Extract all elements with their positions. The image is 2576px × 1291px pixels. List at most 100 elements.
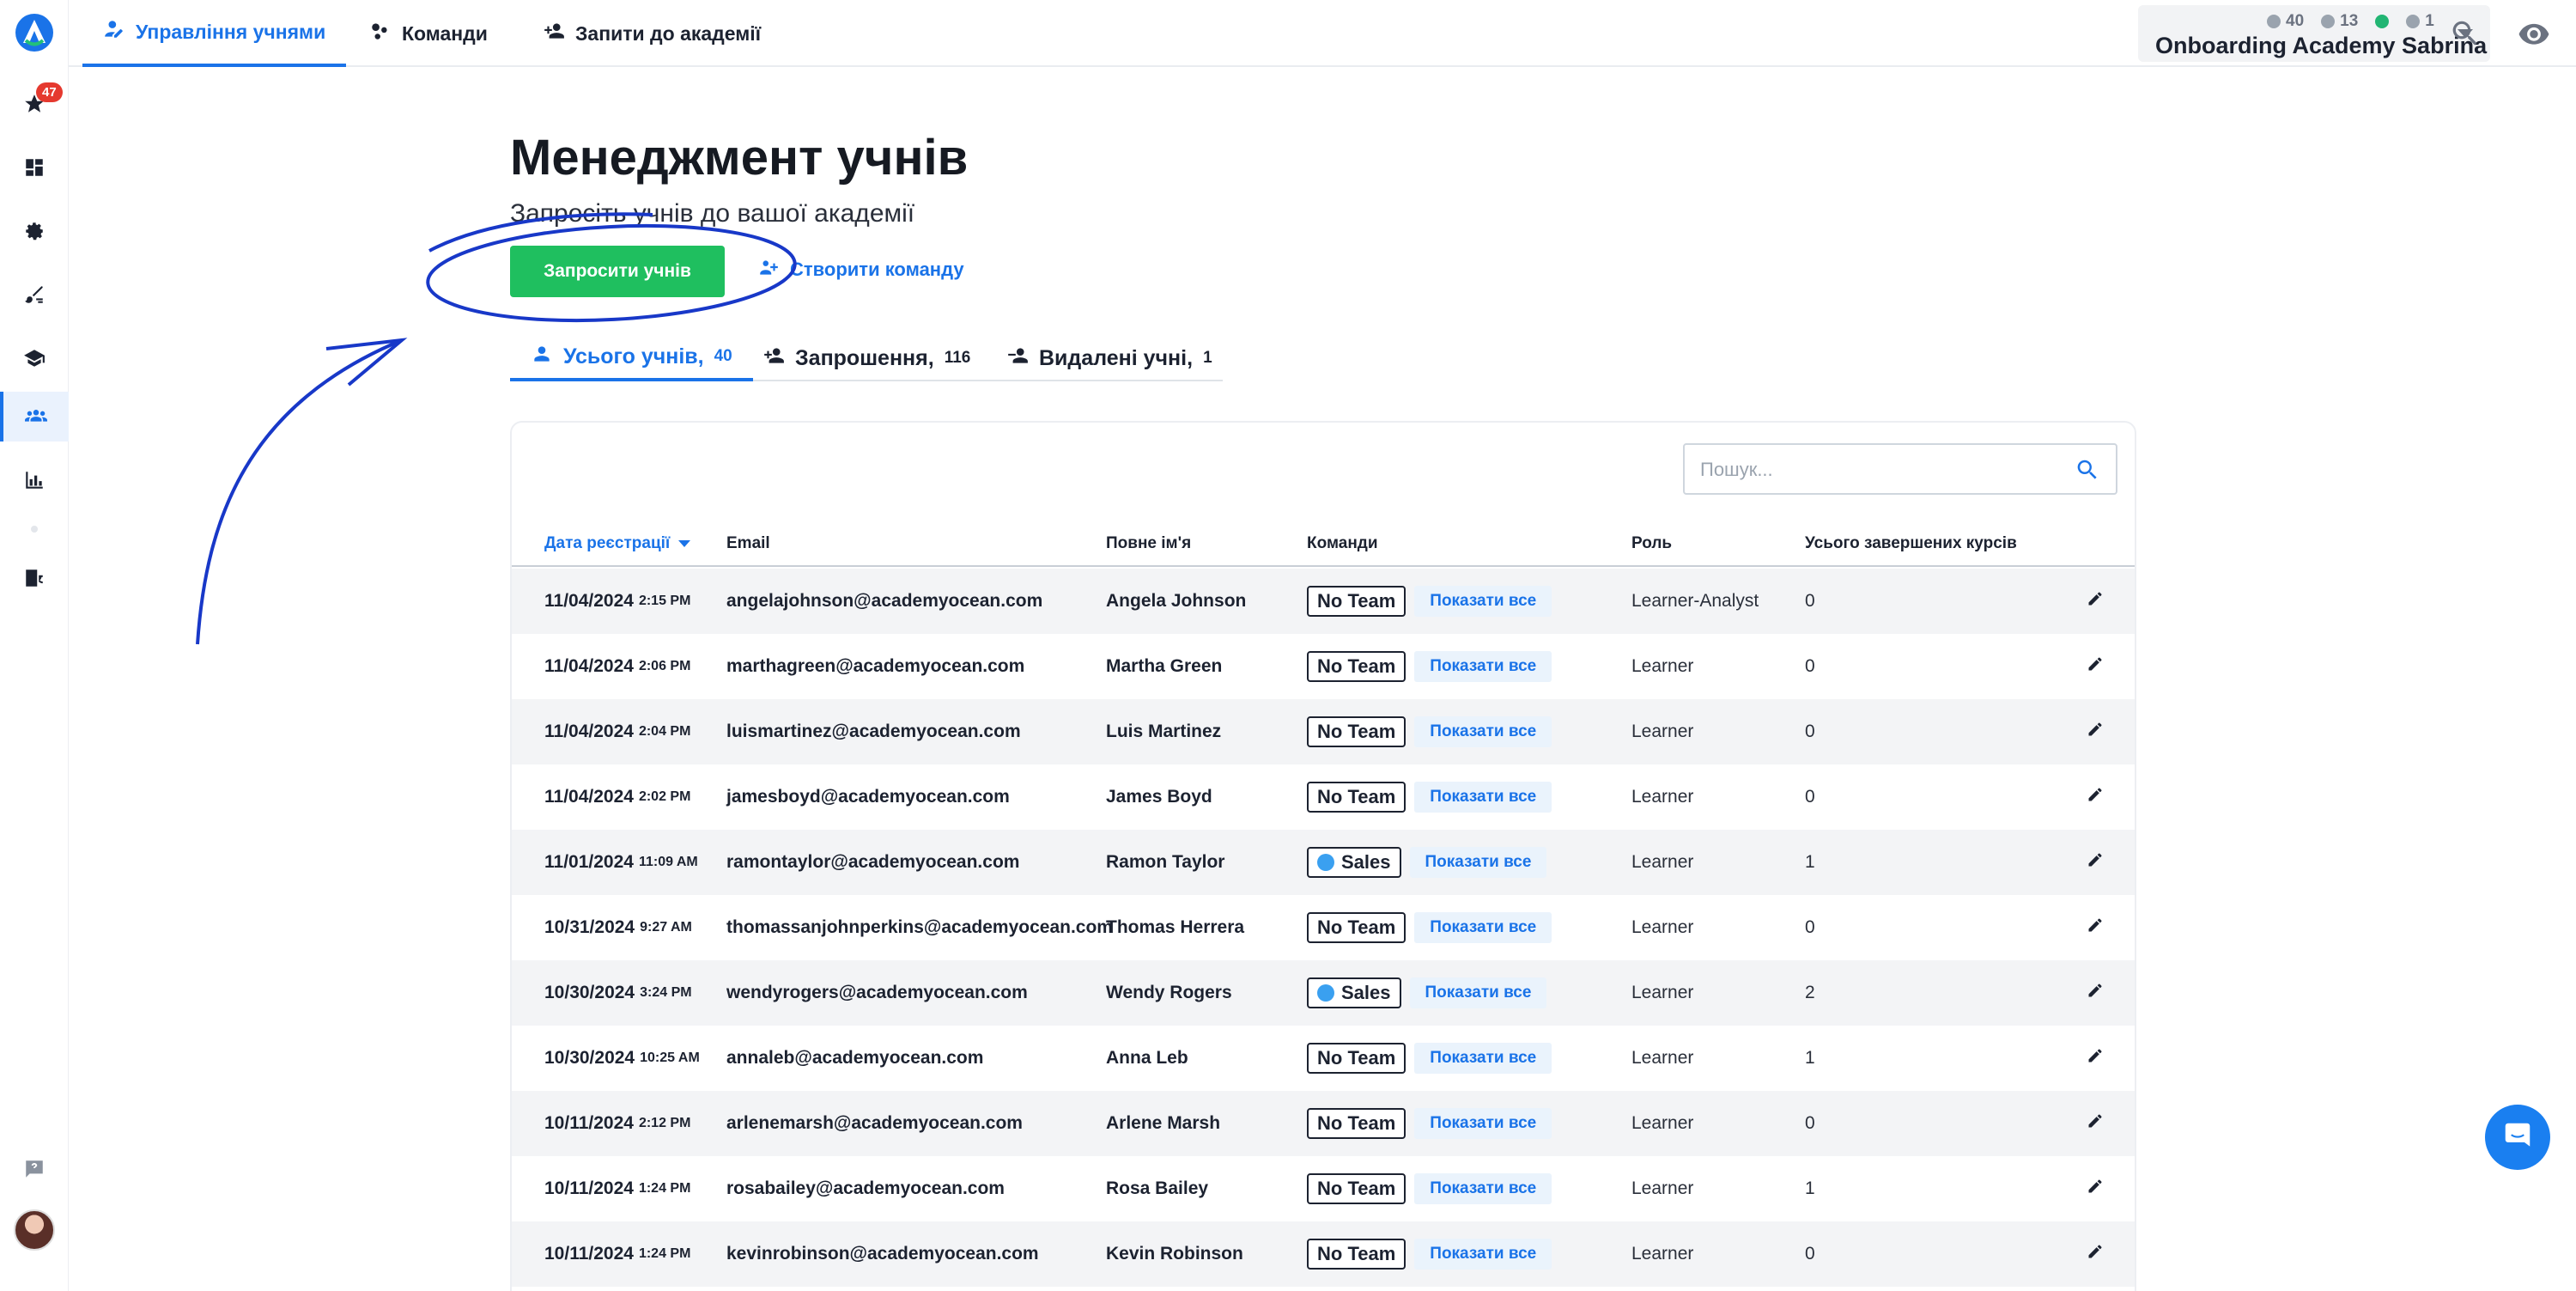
notification-badge: 47 — [36, 82, 63, 102]
edit-learner-button[interactable] — [2087, 1156, 2104, 1221]
edit-learner-button[interactable] — [2087, 764, 2104, 830]
academy-logo-icon[interactable] — [14, 12, 55, 53]
create-team-link[interactable]: Створити команду — [757, 256, 964, 283]
show-all-teams-button[interactable]: Показати все — [1414, 1239, 1552, 1270]
registration-date: 11/04/2024 2:06 PM — [544, 656, 691, 676]
sidebar-item-translations[interactable] — [0, 555, 69, 605]
group-add-icon — [757, 256, 780, 283]
learner-teams: No Team Показати все — [1307, 1091, 1552, 1156]
edit-learner-button[interactable] — [2087, 1026, 2104, 1091]
learner-role: Learner — [1631, 1178, 1694, 1198]
invite-learners-button[interactable]: Запросити учнів — [510, 246, 725, 297]
completed-courses-count: 0 — [1805, 722, 1815, 741]
team-chip: No Team — [1307, 782, 1406, 813]
search-input[interactable] — [1700, 457, 2061, 483]
user-avatar[interactable] — [14, 1209, 55, 1251]
sidebar-item-settings[interactable] — [0, 208, 69, 258]
cap-icon — [2321, 15, 2336, 28]
show-all-teams-button[interactable]: Показати все — [1414, 586, 1552, 617]
table-row[interactable]: 10/11/2024 1:24 PM kevinrobinson@academyoc… — [512, 1221, 2135, 1287]
chat-icon — [2501, 1119, 2534, 1156]
search-box[interactable] — [1683, 443, 2117, 495]
column-header-name[interactable]: Повне ім'я — [1106, 534, 1191, 553]
column-header-date[interactable]: Дата реєстрації — [544, 534, 691, 553]
show-all-teams-button[interactable]: Показати все — [1414, 1108, 1552, 1139]
learner-role: Learner — [1631, 983, 1694, 1002]
teams-icon — [369, 20, 392, 47]
show-all-teams-button[interactable]: Показати все — [1414, 782, 1552, 813]
table-row[interactable]: 11/04/2024 2:02 PM jamesboyd@academyocean.… — [512, 764, 2135, 830]
sidebar-item-favorites[interactable]: 47 — [0, 81, 69, 131]
learner-teams: No Team Показати все — [1307, 634, 1552, 699]
team-chip: No Team — [1307, 586, 1406, 617]
learners-table-card: Дата реєстрації Email Повне ім'я Команди… — [510, 421, 2136, 1291]
learner-name: James Boyd — [1106, 787, 1212, 807]
team-chip: No Team — [1307, 1173, 1406, 1204]
learner-name: Wendy Rogers — [1106, 983, 1232, 1002]
search-icon[interactable] — [2075, 457, 2100, 483]
table-row[interactable]: 10/11/2024 2:12 PM arlenemarsh@academyocea… — [512, 1091, 2135, 1156]
pencil-icon — [2087, 916, 2104, 939]
preview-eye-icon[interactable] — [2518, 17, 2550, 50]
person-icon — [2267, 15, 2281, 28]
show-all-teams-button[interactable]: Показати все — [1414, 651, 1552, 682]
edit-learner-button[interactable] — [2087, 895, 2104, 960]
table-row[interactable]: 10/30/2024 10:25 AM annaleb@academyocean.c… — [512, 1026, 2135, 1091]
learner-email: kevinrobinson@academyocean.com — [726, 1244, 1039, 1264]
tab-learner-management[interactable]: Управління учнями — [82, 0, 347, 67]
tab-all-learners[interactable]: Усього учнів, 40 — [510, 335, 753, 381]
sidebar-item-help[interactable] — [0, 1146, 69, 1196]
edit-learner-button[interactable] — [2087, 1221, 2104, 1287]
tab-teams[interactable]: Команди — [369, 0, 488, 67]
column-header-completed[interactable]: Усього завершених курсів — [1805, 534, 2017, 553]
show-all-teams-button[interactable]: Показати все — [1409, 847, 1547, 878]
show-all-teams-button[interactable]: Показати все — [1414, 1043, 1552, 1074]
table-row[interactable]: 11/04/2024 2:06 PM marthagreen@academyocea… — [512, 634, 2135, 699]
completed-courses-count: 0 — [1805, 1244, 1815, 1264]
search-icon[interactable] — [2449, 17, 2482, 50]
sidebar: 47 — [0, 0, 69, 1291]
registration-date: 10/11/2024 1:24 PM — [544, 1178, 691, 1198]
column-header-email[interactable]: Email — [726, 534, 770, 553]
edit-learner-button[interactable] — [2087, 699, 2104, 764]
learner-email: thomassanjohnperkins@academyocean.com — [726, 917, 1113, 937]
academy-switcher[interactable]: 40 13 1 Onboarding Academy Sabrina — [2138, 5, 2490, 62]
sidebar-item-reports[interactable] — [0, 457, 69, 507]
edit-learner-button[interactable] — [2087, 569, 2104, 634]
tab-deleted-learners[interactable]: Видалені учні, 1 — [1006, 335, 1212, 381]
sidebar-item-learners[interactable] — [0, 392, 69, 441]
sidebar-item-design[interactable] — [0, 271, 69, 321]
learner-email: rosabailey@academyocean.com — [726, 1178, 1005, 1198]
table-row[interactable]: 10/11/2024 1:24 PM rosabailey@academyocean… — [512, 1156, 2135, 1221]
show-all-teams-button[interactable]: Показати все — [1414, 912, 1552, 943]
table-header: Дата реєстрації Email Повне ім'я Команди… — [512, 524, 2135, 567]
edit-learner-button[interactable] — [2087, 830, 2104, 895]
tab-invitations[interactable]: Запрошення, 116 — [762, 335, 970, 381]
learner-name: Arlene Marsh — [1106, 1113, 1221, 1133]
tab-academy-requests[interactable]: Запити до академії — [543, 0, 761, 67]
show-all-teams-button[interactable]: Показати все — [1409, 977, 1547, 1008]
table-row[interactable]: 11/01/2024 11:09 AM ramontaylor@academyoce… — [512, 830, 2135, 895]
column-header-teams[interactable]: Команди — [1307, 534, 1378, 553]
show-all-teams-button[interactable]: Показати все — [1414, 1173, 1552, 1204]
table-row[interactable]: 11/04/2024 2:15 PM angelajohnson@academyoc… — [512, 569, 2135, 634]
help-chat-icon — [23, 1158, 46, 1184]
sidebar-divider — [31, 526, 38, 533]
pencil-icon — [2087, 982, 2104, 1004]
edit-learner-button[interactable] — [2087, 634, 2104, 699]
sidebar-item-academy[interactable] — [0, 335, 69, 385]
registration-date: 10/30/2024 10:25 AM — [544, 1048, 700, 1068]
team-chip: No Team — [1307, 912, 1406, 943]
show-all-teams-button[interactable]: Показати все — [1414, 716, 1552, 747]
chat-launcher-button[interactable] — [2485, 1105, 2550, 1170]
sidebar-item-dashboard[interactable] — [0, 144, 69, 194]
bar-chart-icon — [23, 469, 46, 496]
table-row[interactable]: 11/04/2024 2:04 PM luismartinez@academyoce… — [512, 699, 2135, 764]
table-row[interactable]: 10/30/2024 3:24 PM wendyrogers@academyocea… — [512, 960, 2135, 1026]
edit-learner-button[interactable] — [2087, 960, 2104, 1026]
edit-learner-button[interactable] — [2087, 1091, 2104, 1156]
completed-courses-count: 0 — [1805, 656, 1815, 676]
column-header-role[interactable]: Роль — [1631, 534, 1672, 553]
learner-name: Rosa Bailey — [1106, 1178, 1209, 1198]
table-row[interactable]: 10/31/2024 9:27 AM thomassanjohnperkins@ac… — [512, 895, 2135, 960]
